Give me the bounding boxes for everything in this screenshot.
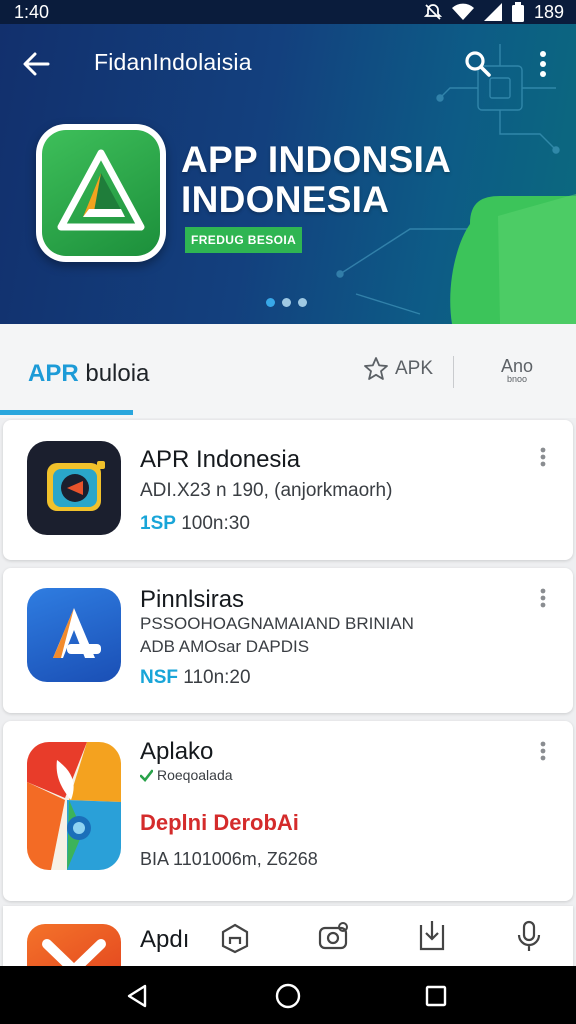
tab-ano[interactable]: Ano bnoo <box>501 356 534 384</box>
more-vert-icon <box>540 741 546 761</box>
hero-title-line2: INDONESIA <box>181 179 390 220</box>
app-name: APR Indonesia <box>140 446 301 473</box>
triangle-back-icon <box>127 984 147 1008</box>
letter-a-app-icon <box>53 608 101 658</box>
app-meta: BIA 1101006m, Z6268 <box>140 849 318 869</box>
system-navigation-bar <box>0 966 576 1024</box>
toolbar: FidanIndolaisia <box>0 24 576 100</box>
app-details-secondary: ADB AMOsar DAPDIS <box>140 637 310 656</box>
mute-icon <box>423 4 442 20</box>
more-vert-icon <box>540 51 546 77</box>
app-card-aplako[interactable]: Aplako Roeqoalada Deplni DerobAi BIA 110… <box>3 721 573 901</box>
check-icon <box>140 769 153 782</box>
promo-text: Deplni DerobAi <box>140 810 299 835</box>
carousel-dot[interactable] <box>266 298 275 307</box>
system-home-button[interactable] <box>272 980 304 1012</box>
app-card-pinnlsiras[interactable]: Pinnlsiras PSSOOHOAGNAMAIAND BRINIAN ADB… <box>3 568 573 713</box>
system-back-button[interactable] <box>121 980 153 1012</box>
more-vert-icon <box>540 447 546 467</box>
battery-icon <box>511 2 524 22</box>
square-recents-icon <box>425 985 447 1007</box>
battery-level: 189 <box>533 1 564 22</box>
tab-rest-label: buloia <box>85 360 150 387</box>
wifi-icon <box>451 3 474 20</box>
verified-row: Roeqoalada <box>140 767 233 783</box>
toolbar-title: FidanIndolaisia <box>94 49 252 75</box>
nav-download-button[interactable] <box>414 918 450 954</box>
tab-active-indicator <box>0 410 133 415</box>
signal-icon <box>483 3 502 21</box>
app-icon-pinnlsiras <box>27 588 121 682</box>
search-icon <box>465 51 491 77</box>
carousel-dot[interactable] <box>282 298 291 307</box>
system-recents-button[interactable] <box>420 980 452 1012</box>
tab-accent-label: APR <box>28 360 79 387</box>
status-time: 1:40 <box>14 1 50 22</box>
app-card-apr-indonesia[interactable]: APR Indonesia ADI.X23 n 190, (anjorkmaor… <box>3 420 573 560</box>
search-button[interactable] <box>460 46 496 82</box>
app-details: PSSOOHOAGNAMAIAND BRINIAN <box>140 614 414 633</box>
download-icon <box>419 921 445 951</box>
home-hex-icon <box>221 923 249 954</box>
nav-home-button[interactable] <box>217 920 253 956</box>
hero-title-line1: APP INDONSIA <box>181 139 452 180</box>
tab-apk[interactable]: APK <box>363 356 433 382</box>
app-name: Aplako <box>140 738 214 765</box>
status-icons: 189 <box>423 1 564 23</box>
app-meta-key: 1SP <box>140 513 176 534</box>
app-name: Pinnlsiras <box>140 586 245 613</box>
verified-label: Roeqoalada <box>157 767 233 783</box>
nav-mic-button[interactable] <box>511 918 547 954</box>
nav-camera-button[interactable] <box>316 918 352 954</box>
app-meta-value: 110n:20 <box>183 667 251 688</box>
hero-app-logo <box>36 124 166 262</box>
apr-app-icon <box>47 461 105 511</box>
tab-apk-label: APK <box>395 358 434 379</box>
star-outline-icon <box>364 357 388 380</box>
app-meta: 1SP 100n:30 <box>140 513 250 535</box>
status-bar: 1:40 189 <box>0 0 576 24</box>
camera-icon <box>318 922 348 950</box>
app-details: ADI.X23 n 190, (anjorkmaorh) <box>140 480 393 501</box>
app-more-button[interactable] <box>531 442 555 472</box>
app-icon-aplako <box>27 742 121 870</box>
app-more-button[interactable] <box>531 736 555 766</box>
carousel-dot[interactable] <box>298 298 307 307</box>
tab-apr-buloia[interactable]: APR buloia <box>28 360 149 388</box>
app-icon-apr <box>27 441 121 535</box>
app-name: Apdı <box>140 926 190 953</box>
triangle-logo-icon <box>57 149 145 231</box>
back-button[interactable] <box>18 46 54 82</box>
more-vert-icon <box>540 588 546 608</box>
app-meta-value: 100n:30 <box>181 513 250 534</box>
pinwheel-app-icon <box>27 742 121 870</box>
hero-title: APP INDONSIA INDONESIA <box>181 140 451 220</box>
circle-home-icon <box>275 983 301 1009</box>
overflow-menu-button[interactable] <box>528 46 558 82</box>
app-meta-key: NSF <box>140 667 178 688</box>
tab-divider <box>453 356 454 388</box>
back-arrow-icon <box>23 52 50 76</box>
hero-banner[interactable]: FidanIndolaisia APP INDONSIA INDONESIA F… <box>0 24 576 324</box>
carousel-indicator[interactable] <box>266 298 307 307</box>
tab-ano-label: Ano <box>501 356 534 376</box>
hero-badge[interactable]: FREDUG BESOIA <box>185 227 303 253</box>
app-more-button[interactable] <box>531 583 555 613</box>
microphone-icon <box>517 920 541 951</box>
app-meta: NSF 110n:20 <box>140 667 251 689</box>
